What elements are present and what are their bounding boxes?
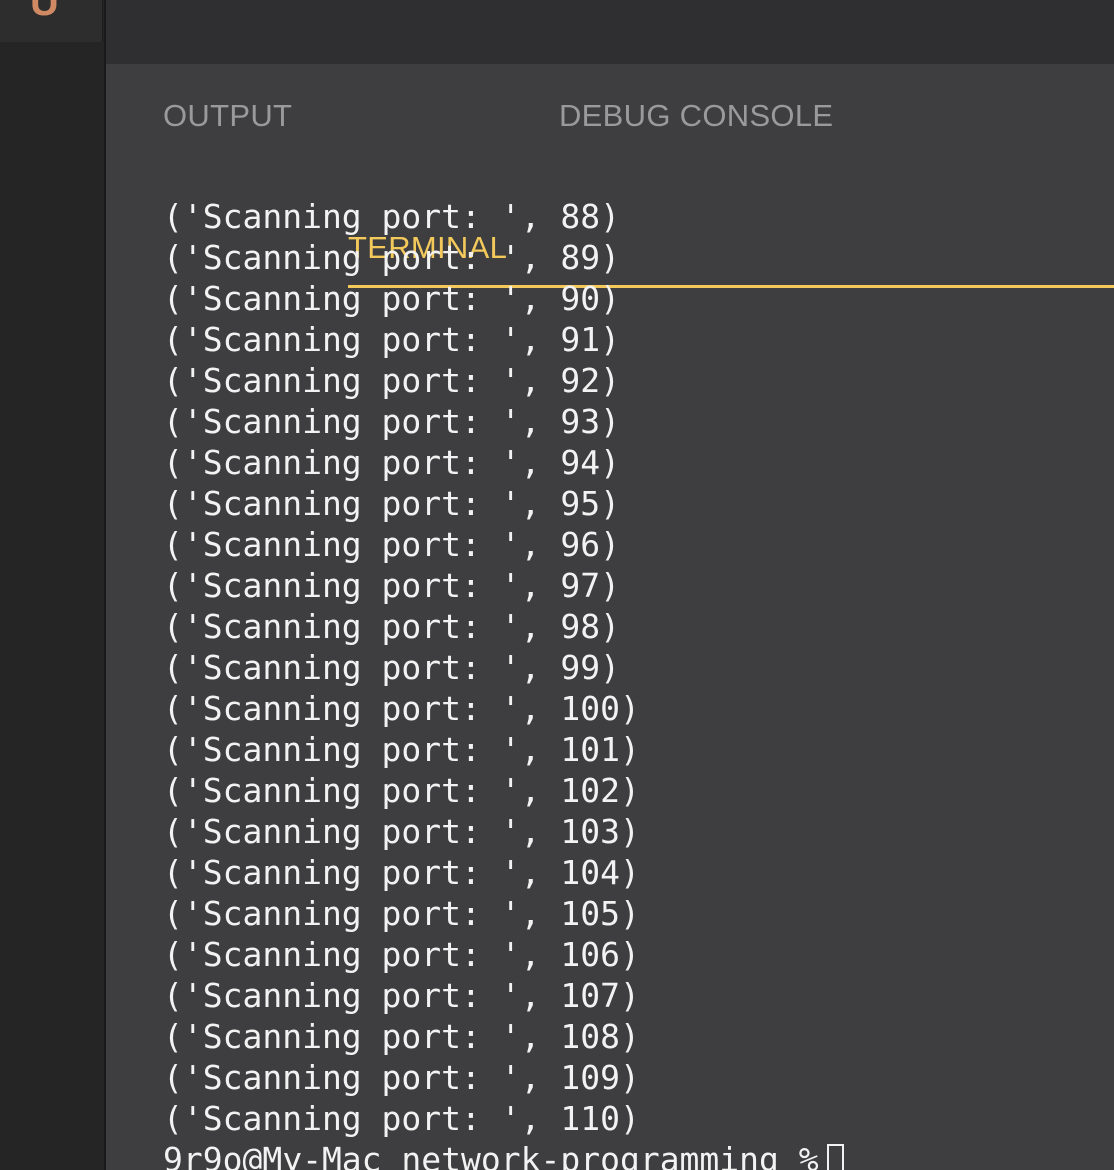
tab-output[interactable]: OUTPUT [163,94,292,156]
bottom-panel: OUTPUT TERMINAL DEBUG CONSOLE ('Scanning… [106,64,1114,1170]
terminal-line: ('Scanning port: ', 95) [163,484,620,523]
terminal-cursor [826,1144,844,1170]
terminal-line: ('Scanning port: ', 93) [163,402,620,441]
terminal-output[interactable]: ('Scanning port: ', 88) ('Scanning port: … [163,196,1093,1170]
terminal-line: ('Scanning port: ', 107) [163,976,640,1015]
sidebar-tab-glyph: U [30,0,59,24]
terminal-line: ('Scanning port: ', 101) [163,730,640,769]
terminal-line: ('Scanning port: ', 108) [163,1017,640,1056]
terminal-line: ('Scanning port: ', 104) [163,853,640,892]
terminal-prompt: 9r9o@My-Mac network-programming % [163,1140,819,1170]
terminal-line: ('Scanning port: ', 105) [163,894,640,933]
terminal-line: ('Scanning port: ', 110) [163,1099,640,1138]
terminal-line: ('Scanning port: ', 94) [163,443,620,482]
terminal-line: ('Scanning port: ', 90) [163,279,620,318]
terminal-prompt-line[interactable]: 9r9o@My-Mac network-programming % [163,1139,1093,1170]
tab-debug-console-label: DEBUG CONSOLE [559,98,834,133]
terminal-line: ('Scanning port: ', 96) [163,525,620,564]
tab-debug-console[interactable]: DEBUG CONSOLE [559,94,833,156]
tab-output-label: OUTPUT [163,98,293,133]
terminal-line: ('Scanning port: ', 106) [163,935,640,974]
editor-area [106,0,1114,64]
app-window: U OUTPUT TERMINAL DEBUG CONSOLE ('Scanni… [0,0,1114,1170]
terminal-line: ('Scanning port: ', 109) [163,1058,640,1097]
terminal-line: ('Scanning port: ', 100) [163,689,640,728]
terminal-line: ('Scanning port: ', 98) [163,607,620,646]
terminal-line: ('Scanning port: ', 102) [163,771,640,810]
terminal-line: ('Scanning port: ', 89) [163,238,620,277]
terminal-line: ('Scanning port: ', 97) [163,566,620,605]
terminal-line: ('Scanning port: ', 91) [163,320,620,359]
sidebar-tab[interactable]: U [0,0,103,42]
terminal-line: ('Scanning port: ', 99) [163,648,620,687]
terminal-line: ('Scanning port: ', 92) [163,361,620,400]
sidebar: U [0,0,104,1170]
terminal-line: ('Scanning port: ', 88) [163,197,620,236]
terminal-line: ('Scanning port: ', 103) [163,812,640,851]
